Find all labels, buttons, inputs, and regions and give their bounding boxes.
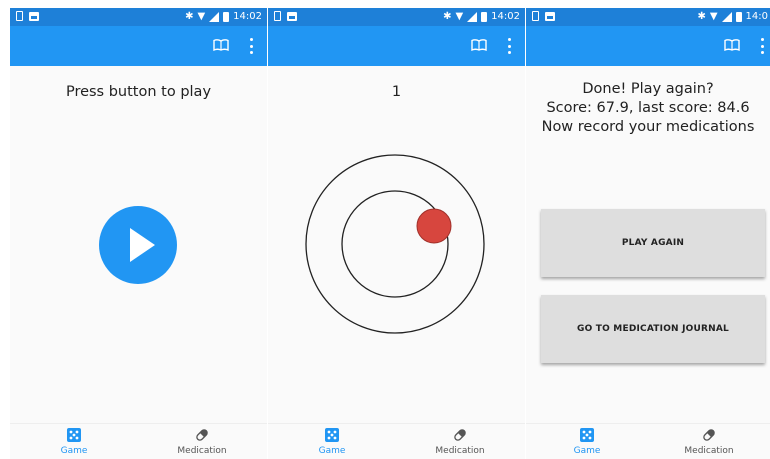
bottom-navigation: Game Medication (268, 423, 525, 459)
nav-game-label: Game (60, 446, 88, 456)
nav-medication[interactable]: Medication (396, 424, 524, 459)
nav-medication-label: Medication (435, 446, 485, 456)
book-icon[interactable] (724, 39, 740, 51)
app-bar (526, 26, 770, 66)
signal-icon (467, 12, 478, 22)
book-icon[interactable] (213, 39, 229, 51)
notification-icon (16, 11, 23, 21)
game-content: 1 (268, 66, 525, 423)
battery-icon (735, 12, 742, 22)
nav-medication-label: Medication (684, 446, 734, 456)
pill-icon (703, 429, 715, 441)
signal-icon (721, 12, 732, 22)
bluetooth-icon: ✱ (697, 11, 706, 22)
wifi-icon: ▼ (197, 11, 206, 22)
notification-icon (532, 11, 539, 21)
nav-game-label: Game (318, 446, 346, 456)
nav-game[interactable]: Game (526, 424, 648, 459)
status-time: 14:0 (745, 11, 768, 22)
dice-icon (580, 428, 594, 442)
image-notification-icon (545, 11, 555, 21)
result-line-3: Now record your medications (541, 119, 755, 135)
notification-icon (274, 11, 281, 21)
inner-ring (341, 190, 449, 298)
nav-game-label: Game (573, 446, 601, 456)
more-vert-icon[interactable] (507, 38, 511, 54)
bluetooth-icon: ✱ (185, 11, 194, 22)
bottom-navigation: Game Medication (10, 423, 267, 459)
nav-game[interactable]: Game (268, 424, 396, 459)
status-bar: ✱ ▼ 14:02 (268, 8, 525, 26)
pill-icon (454, 429, 466, 441)
pill-icon (196, 429, 208, 441)
nav-game[interactable]: Game (10, 424, 138, 459)
dice-icon (325, 428, 339, 442)
bluetooth-icon: ✱ (443, 11, 452, 22)
instruction-text: Press button to play (65, 84, 212, 100)
play-icon (130, 228, 155, 262)
result-line-score: Score: 67.9, last score: 84.6 (546, 100, 750, 116)
status-bar: ✱ ▼ 14:02 (10, 8, 267, 26)
play-again-button[interactable]: PLAY AGAIN (541, 209, 765, 277)
more-vert-icon[interactable] (760, 38, 764, 54)
book-icon[interactable] (471, 39, 487, 51)
battery-icon (223, 12, 230, 22)
battery-icon (481, 12, 488, 22)
play-button[interactable] (99, 206, 177, 284)
screenshot-collage: ✱ ▼ 14:02 Press button to play Game Medi… (0, 0, 770, 459)
result-text: Done! Play again? Score: 67.9, last scor… (526, 80, 770, 137)
game-area[interactable] (268, 66, 525, 423)
status-time: 14:02 (491, 11, 520, 22)
nav-medication[interactable]: Medication (138, 424, 266, 459)
wifi-icon: ▼ (709, 11, 718, 22)
nav-medication-label: Medication (177, 446, 227, 456)
target-dot[interactable] (416, 208, 452, 244)
outer-ring (305, 154, 485, 334)
nav-medication[interactable]: Medication (648, 424, 770, 459)
result-line-1: Done! Play again? (582, 81, 714, 97)
game-content: Done! Play again? Score: 67.9, last scor… (526, 66, 770, 423)
dice-icon (67, 428, 81, 442)
phone-screen-start: ✱ ▼ 14:02 Press button to play Game Medi… (10, 8, 267, 459)
bottom-navigation: Game Medication (526, 423, 770, 459)
phone-screen-playing: ✱ ▼ 14:02 1 Game Medication (268, 8, 525, 459)
image-notification-icon (287, 11, 297, 21)
app-bar (10, 26, 267, 66)
image-notification-icon (29, 11, 39, 21)
phone-screen-done: ✱ ▼ 14:0 Done! Play again? Score: 67.9, … (526, 8, 770, 459)
signal-icon (209, 12, 220, 22)
status-bar: ✱ ▼ 14:0 (526, 8, 770, 26)
game-content: Press button to play (10, 66, 267, 423)
wifi-icon: ▼ (455, 11, 464, 22)
more-vert-icon[interactable] (249, 38, 253, 54)
medication-journal-button[interactable]: GO TO MEDICATION JOURNAL (541, 295, 765, 363)
app-bar (268, 26, 525, 66)
status-time: 14:02 (233, 11, 262, 22)
